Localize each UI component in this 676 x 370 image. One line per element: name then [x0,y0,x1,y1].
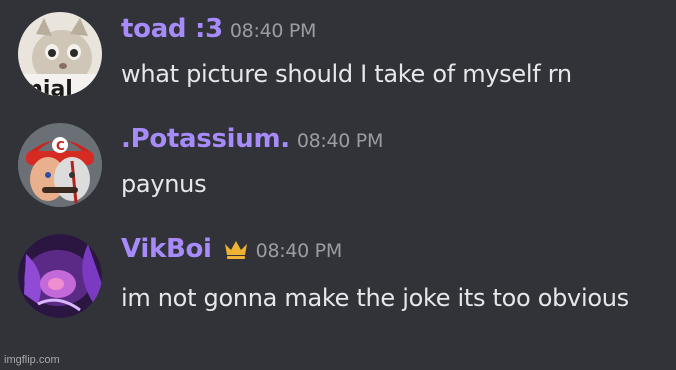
cat-avatar-icon: mial [18,12,102,96]
purple-creature-avatar-icon [18,234,102,318]
message-header: .Potassium. 08:40 PM [121,124,383,154]
username-potassium[interactable]: .Potassium. [121,124,290,154]
message-header: VikBoi 08:40 PM [121,234,342,264]
watermark: imgflip.com [4,354,60,366]
timestamp[interactable]: 08:40 PM [297,130,384,152]
timestamp[interactable]: 08:40 PM [230,20,317,42]
message-header: toad :3 08:40 PM [121,14,316,44]
avatar-potassium[interactable]: C [18,123,102,207]
message-content: im not gonna make the joke its too obvio… [121,284,629,312]
timestamp[interactable]: 08:40 PM [256,240,343,262]
svg-text:mial: mial [20,77,73,96]
avatar-toad[interactable]: mial [18,12,102,96]
message-content: what picture should I take of myself rn [121,60,572,88]
avatar-vikboi[interactable] [18,234,102,318]
crown-icon [223,238,249,260]
username-toad[interactable]: toad :3 [121,14,223,44]
mario-kratos-avatar-icon: C [18,123,102,207]
message-content: paynus [121,170,207,198]
svg-text:C: C [56,139,65,153]
username-vikboi[interactable]: VikBoi [121,234,212,264]
